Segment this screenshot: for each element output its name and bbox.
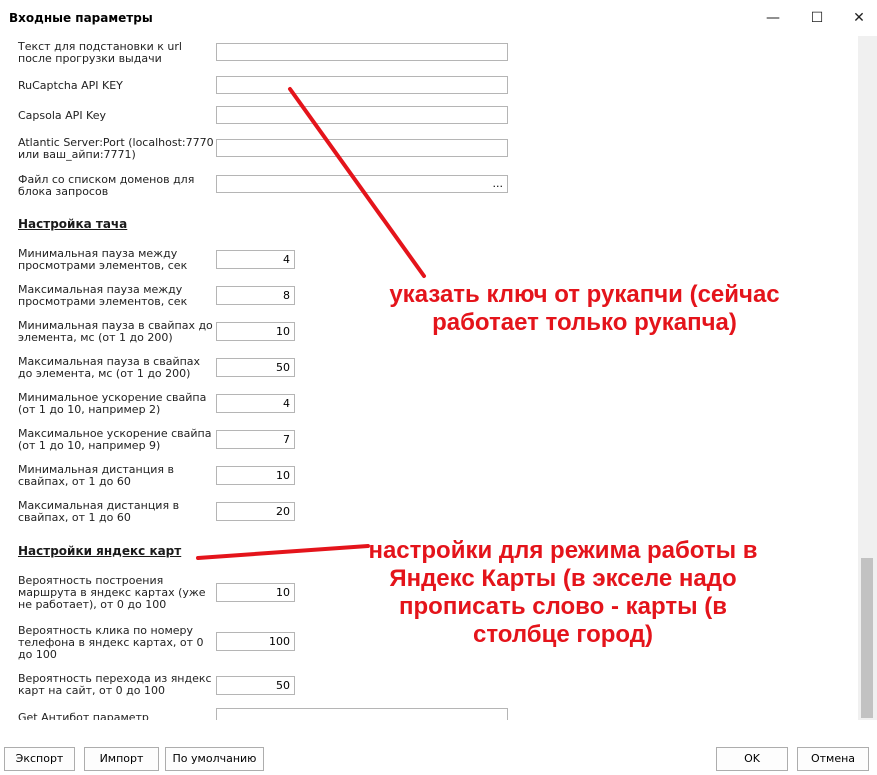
export-button[interactable]: Экспорт — [4, 747, 75, 771]
cancel-button[interactable]: Отмена — [797, 747, 869, 771]
ok-button[interactable]: OK — [716, 747, 788, 771]
defaults-button[interactable]: По умолчанию — [165, 747, 264, 771]
annotation-arrows — [196, 87, 426, 560]
annotation-line-maps — [196, 544, 370, 560]
annotation-line-captcha — [288, 87, 426, 278]
annotation-captcha-note: указать ключ от рукапчи (сейчас работает… — [389, 281, 780, 336]
annotation-maps-note: настройки для режима работы в Яндекс Кар… — [368, 537, 758, 648]
import-button[interactable]: Импорт — [84, 747, 159, 771]
